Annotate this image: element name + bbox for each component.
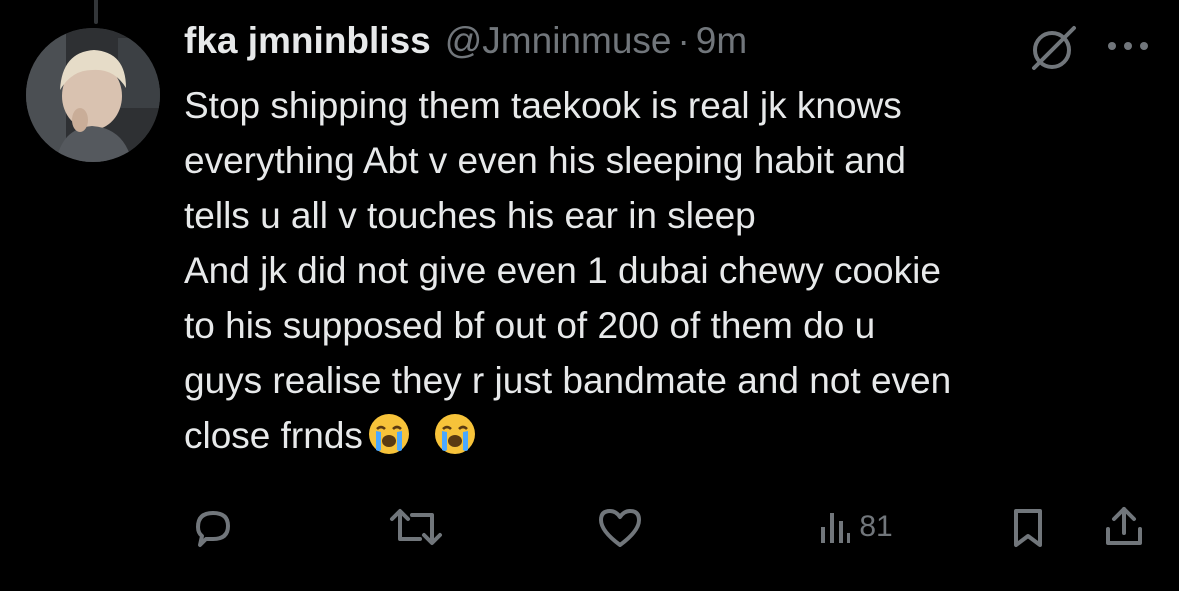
- bookmark-icon[interactable]: [1006, 504, 1050, 550]
- tweet-line: Stop shipping them taekook is real jk kn…: [184, 85, 902, 126]
- tweet-header: fka jmninbliss @Jmninmuse · 9m: [184, 20, 1154, 68]
- tweet-line: tells u all v touches his ear in sleep: [184, 195, 756, 236]
- tweet-timestamp[interactable]: 9m: [696, 20, 747, 62]
- tweet-line-text: close frnds: [184, 415, 363, 456]
- loudly-crying-face-emoji-icon: [434, 414, 475, 454]
- user-handle[interactable]: @Jmninmuse: [445, 20, 672, 62]
- avatar[interactable]: [26, 28, 160, 162]
- tweet-line: everything Abt v even his sleeping habit…: [184, 140, 906, 181]
- reply-bubble-icon[interactable]: [188, 504, 238, 550]
- mute-circle-slash-icon[interactable]: [1022, 20, 1084, 76]
- tweet-line: to his supposed bf out of 200 of them do…: [184, 305, 876, 346]
- retweet-icon[interactable]: [386, 504, 446, 550]
- header-separator: ·: [677, 20, 690, 61]
- views-count: 81: [859, 510, 893, 543]
- heart-icon[interactable]: [594, 504, 646, 550]
- tweet-line: And jk did not give even 1 dubai chewy c…: [184, 250, 941, 291]
- tweet-line: guys realise they r just bandmate and no…: [184, 360, 952, 401]
- share-upload-icon[interactable]: [1100, 502, 1148, 550]
- tweet-text: Stop shipping them taekook is real jk kn…: [184, 78, 1154, 463]
- loudly-crying-face-emoji-icon: [368, 414, 409, 454]
- tweet-body: fka jmninbliss @Jmninmuse · 9m Stop ship…: [184, 20, 1154, 463]
- tweet-line-last: close frnds: [184, 408, 1154, 463]
- views-button[interactable]: 81: [800, 504, 910, 550]
- display-name[interactable]: fka jmninbliss: [184, 20, 431, 62]
- more-dots-icon[interactable]: [1100, 26, 1156, 66]
- avatar-image: [26, 28, 160, 162]
- views-bar-chart-icon: [821, 513, 851, 543]
- thread-connector-line: [94, 0, 98, 24]
